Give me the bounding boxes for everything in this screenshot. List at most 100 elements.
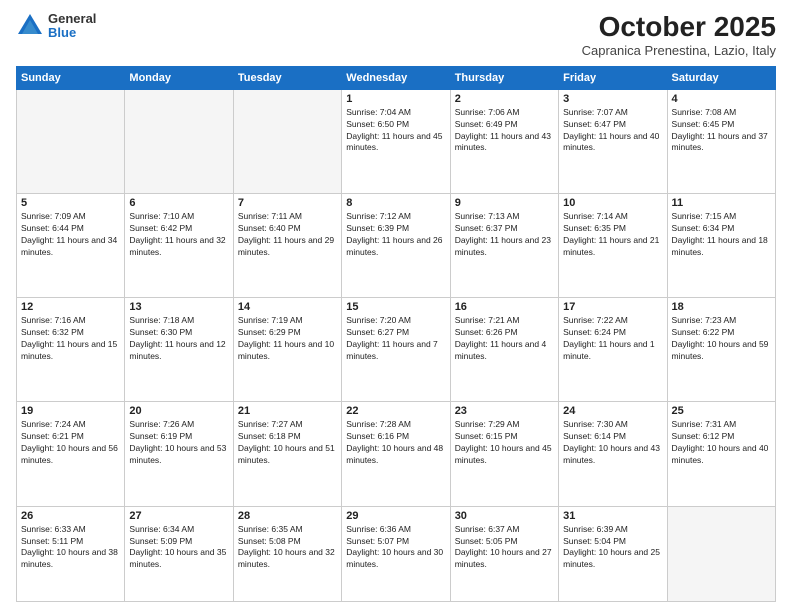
- day-info: Sunrise: 7:28 AMSunset: 6:16 PMDaylight:…: [346, 419, 445, 467]
- calendar-header-monday: Monday: [125, 66, 233, 89]
- day-number: 31: [563, 510, 662, 522]
- calendar-table: SundayMondayTuesdayWednesdayThursdayFrid…: [16, 66, 776, 602]
- calendar-cell: 29 Sunrise: 6:36 AMSunset: 5:07 PMDayligh…: [342, 506, 450, 601]
- day-number: 20: [129, 405, 228, 417]
- calendar-cell: 18Sunrise: 7:23 AMSunset: 6:22 PMDayligh…: [667, 298, 775, 402]
- day-number: 28: [238, 510, 337, 522]
- day-number: 5: [21, 197, 120, 209]
- calendar-cell: 28 Sunrise: 6:35 AMSunset: 5:08 PMDayligh…: [233, 506, 341, 601]
- calendar-cell: 2 Sunrise: 7:06 AMSunset: 6:49 PMDaylight…: [450, 89, 558, 193]
- day-number: 8: [346, 197, 445, 209]
- day-info: Sunrise: 7:23 AMSunset: 6:22 PMDaylight:…: [672, 315, 771, 363]
- logo-icon: [16, 12, 44, 40]
- calendar-header-thursday: Thursday: [450, 66, 558, 89]
- calendar-cell: 19 Sunrise: 7:24 AMSunset: 6:21 PMDayligh…: [17, 402, 125, 506]
- day-info: Sunrise: 7:27 AMSunset: 6:18 PMDaylight:…: [238, 419, 337, 467]
- day-info: Sunrise: 7:19 AMSunset: 6:29 PMDaylight:…: [238, 315, 337, 363]
- day-number: 25: [672, 405, 771, 417]
- day-number: 7: [238, 197, 337, 209]
- day-number: 12: [21, 301, 120, 313]
- logo-text: General Blue: [48, 12, 96, 41]
- calendar-cell: 31Sunrise: 6:39 AMSunset: 5:04 PMDayligh…: [559, 506, 667, 601]
- calendar-cell: 14 Sunrise: 7:19 AMSunset: 6:29 PMDayligh…: [233, 298, 341, 402]
- day-number: 13: [129, 301, 228, 313]
- calendar-week-1: 1Sunrise: 7:04 AMSunset: 6:50 PMDaylight…: [17, 89, 776, 193]
- day-info: Sunrise: 6:35 AMSunset: 5:08 PMDaylight:…: [238, 524, 337, 572]
- day-number: 17: [563, 301, 662, 313]
- month-title: October 2025: [582, 12, 776, 43]
- day-info: Sunrise: 7:24 AMSunset: 6:21 PMDaylight:…: [21, 419, 120, 467]
- day-number: 27: [129, 510, 228, 522]
- calendar-week-2: 5 Sunrise: 7:09 AMSunset: 6:44 PMDaylight…: [17, 194, 776, 298]
- calendar-cell: 22 Sunrise: 7:28 AMSunset: 6:16 PMDayligh…: [342, 402, 450, 506]
- day-number: 4: [672, 93, 771, 105]
- day-number: 19: [21, 405, 120, 417]
- day-info: Sunrise: 7:06 AMSunset: 6:49 PMDaylight:…: [455, 107, 554, 155]
- calendar-cell: 6Sunrise: 7:10 AMSunset: 6:42 PMDaylight…: [125, 194, 233, 298]
- day-info: Sunrise: 6:33 AMSunset: 5:11 PMDaylight:…: [21, 524, 120, 572]
- calendar-cell: [667, 506, 775, 601]
- calendar-header-saturday: Saturday: [667, 66, 775, 89]
- calendar-header-tuesday: Tuesday: [233, 66, 341, 89]
- calendar-header-wednesday: Wednesday: [342, 66, 450, 89]
- calendar-cell: [125, 89, 233, 193]
- calendar-cell: 27 Sunrise: 6:34 AMSunset: 5:09 PMDayligh…: [125, 506, 233, 601]
- day-number: 16: [455, 301, 554, 313]
- day-info: Sunrise: 7:20 AMSunset: 6:27 PMDaylight:…: [346, 315, 445, 363]
- calendar-cell: 7 Sunrise: 7:11 AMSunset: 6:40 PMDaylight…: [233, 194, 341, 298]
- calendar-week-3: 12 Sunrise: 7:16 AMSunset: 6:32 PMDayligh…: [17, 298, 776, 402]
- calendar-header-row: SundayMondayTuesdayWednesdayThursdayFrid…: [17, 66, 776, 89]
- day-info: Sunrise: 7:13 AMSunset: 6:37 PMDaylight:…: [455, 211, 554, 259]
- day-info: Sunrise: 6:36 AMSunset: 5:07 PMDaylight:…: [346, 524, 445, 572]
- day-info: Sunrise: 7:11 AMSunset: 6:40 PMDaylight:…: [238, 211, 337, 259]
- calendar-cell: 16 Sunrise: 7:21 AMSunset: 6:26 PMDayligh…: [450, 298, 558, 402]
- calendar-cell: 9 Sunrise: 7:13 AMSunset: 6:37 PMDaylight…: [450, 194, 558, 298]
- calendar-cell: 24 Sunrise: 7:30 AMSunset: 6:14 PMDayligh…: [559, 402, 667, 506]
- day-info: Sunrise: 7:14 AMSunset: 6:35 PMDaylight:…: [563, 211, 662, 259]
- day-number: 29: [346, 510, 445, 522]
- calendar-header-sunday: Sunday: [17, 66, 125, 89]
- calendar-header-friday: Friday: [559, 66, 667, 89]
- day-number: 10: [563, 197, 662, 209]
- calendar-week-4: 19 Sunrise: 7:24 AMSunset: 6:21 PMDayligh…: [17, 402, 776, 506]
- day-info: Sunrise: 7:15 AMSunset: 6:34 PMDaylight:…: [672, 211, 771, 259]
- calendar-cell: 17Sunrise: 7:22 AMSunset: 6:24 PMDayligh…: [559, 298, 667, 402]
- calendar-cell: 20 Sunrise: 7:26 AMSunset: 6:19 PMDayligh…: [125, 402, 233, 506]
- day-info: Sunrise: 7:10 AMSunset: 6:42 PMDaylight:…: [129, 211, 228, 259]
- day-number: 3: [563, 93, 662, 105]
- calendar-cell: 25 Sunrise: 7:31 AMSunset: 6:12 PMDayligh…: [667, 402, 775, 506]
- calendar-cell: 13 Sunrise: 7:18 AMSunset: 6:30 PMDayligh…: [125, 298, 233, 402]
- logo-blue: Blue: [48, 26, 96, 40]
- location: Capranica Prenestina, Lazio, Italy: [582, 43, 776, 58]
- calendar-cell: 10 Sunrise: 7:14 AMSunset: 6:35 PMDayligh…: [559, 194, 667, 298]
- calendar-cell: 21Sunrise: 7:27 AMSunset: 6:18 PMDayligh…: [233, 402, 341, 506]
- logo: General Blue: [16, 12, 96, 41]
- calendar-week-5: 26 Sunrise: 6:33 AMSunset: 5:11 PMDayligh…: [17, 506, 776, 601]
- day-info: Sunrise: 6:37 AMSunset: 5:05 PMDaylight:…: [455, 524, 554, 572]
- day-number: 22: [346, 405, 445, 417]
- day-number: 24: [563, 405, 662, 417]
- day-info: Sunrise: 7:18 AMSunset: 6:30 PMDaylight:…: [129, 315, 228, 363]
- header: General Blue October 2025 Capranica Pren…: [16, 12, 776, 58]
- calendar-cell: [233, 89, 341, 193]
- day-number: 30: [455, 510, 554, 522]
- page: General Blue October 2025 Capranica Pren…: [0, 0, 792, 612]
- calendar-cell: 26 Sunrise: 6:33 AMSunset: 5:11 PMDayligh…: [17, 506, 125, 601]
- day-info: Sunrise: 7:21 AMSunset: 6:26 PMDaylight:…: [455, 315, 554, 363]
- calendar-cell: 1Sunrise: 7:04 AMSunset: 6:50 PMDaylight…: [342, 89, 450, 193]
- day-info: Sunrise: 7:26 AMSunset: 6:19 PMDaylight:…: [129, 419, 228, 467]
- day-info: Sunrise: 7:09 AMSunset: 6:44 PMDaylight:…: [21, 211, 120, 259]
- day-number: 26: [21, 510, 120, 522]
- day-info: Sunrise: 7:16 AMSunset: 6:32 PMDaylight:…: [21, 315, 120, 363]
- calendar-cell: 30 Sunrise: 6:37 AMSunset: 5:05 PMDayligh…: [450, 506, 558, 601]
- day-number: 9: [455, 197, 554, 209]
- day-info: Sunrise: 7:31 AMSunset: 6:12 PMDaylight:…: [672, 419, 771, 467]
- calendar-cell: 3Sunrise: 7:07 AMSunset: 6:47 PMDaylight…: [559, 89, 667, 193]
- day-number: 14: [238, 301, 337, 313]
- day-info: Sunrise: 7:30 AMSunset: 6:14 PMDaylight:…: [563, 419, 662, 467]
- day-number: 2: [455, 93, 554, 105]
- day-info: Sunrise: 6:34 AMSunset: 5:09 PMDaylight:…: [129, 524, 228, 572]
- day-info: Sunrise: 7:29 AMSunset: 6:15 PMDaylight:…: [455, 419, 554, 467]
- day-number: 1: [346, 93, 445, 105]
- calendar-cell: 4Sunrise: 7:08 AMSunset: 6:45 PMDaylight…: [667, 89, 775, 193]
